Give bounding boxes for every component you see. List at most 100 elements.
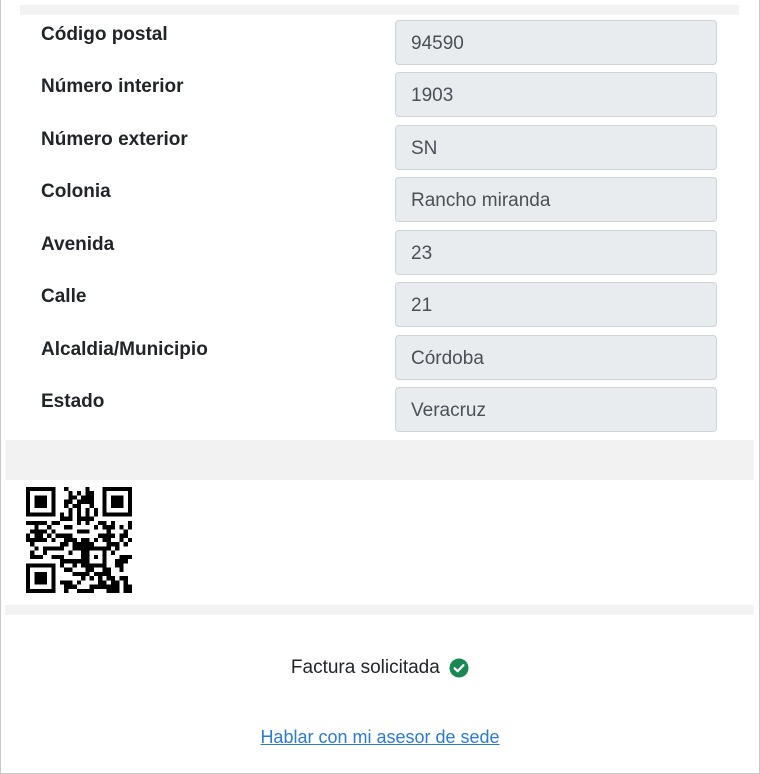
qr-module [85,563,90,568]
qr-module [30,487,35,492]
check-circle-icon [449,658,469,678]
qr-module [72,537,77,543]
qr-module [47,546,52,551]
qr-module [119,533,124,538]
qr-module [89,576,94,581]
qr-module [76,503,82,509]
qr-module [93,546,99,551]
qr-module [81,537,86,543]
qr-module [81,495,86,500]
qr-module [93,512,99,517]
qr-module [106,546,111,551]
qr-module [30,537,35,543]
qr-module [34,525,39,530]
qr-module [89,503,94,509]
qr-module [110,525,116,530]
qr-module [34,487,39,492]
qr-module [72,546,77,551]
qr-module [38,529,43,534]
qr-module [115,499,120,504]
qr-module [55,533,60,538]
qr-module [38,554,43,560]
qr-module [68,550,73,555]
qr-module [42,563,48,568]
estado-field[interactable]: Veracruz [395,387,717,432]
qr-module [115,542,120,547]
top-strip [20,5,739,15]
qr-module [85,516,90,521]
municipio-field[interactable]: Córdoba [395,335,717,380]
qr-code-image [26,487,132,593]
qr-module [59,563,65,568]
qr-module [38,512,43,517]
qr-module [64,499,69,504]
section-divider-band [5,440,754,480]
qr-module [38,533,43,538]
qr-module [26,491,31,496]
avenida-field[interactable]: 23 [395,230,717,275]
qr-module [51,520,56,526]
qr-module [38,503,43,509]
form-row-interior-number: Número interior 1903 [0,72,760,120]
qr-module [115,546,120,551]
qr-module [68,567,73,572]
qr-module [106,533,111,538]
qr-module [59,516,65,521]
interior-number-field[interactable]: 1903 [395,72,717,117]
qr-module [89,546,94,551]
qr-module [123,588,128,593]
qr-module [42,576,48,581]
qr-module [85,537,90,543]
qr-module [127,588,132,593]
qr-module [115,495,120,500]
qr-module [123,580,128,585]
qr-module [89,495,94,500]
calle-field[interactable]: 21 [395,282,717,327]
qr-module [47,487,52,492]
qr-module [127,520,132,526]
qr-module [81,499,86,504]
qr-module [64,503,69,509]
postal-code-field[interactable]: 94590 [395,20,717,65]
qr-module [72,503,77,509]
qr-module [72,495,77,500]
colonia-field[interactable]: Rancho miranda [395,177,717,222]
qr-module [34,512,39,517]
qr-module [34,520,39,526]
qr-module [47,563,52,568]
qr-module [26,533,31,538]
qr-module [102,495,107,500]
qr-module [68,525,73,530]
form-row-estado: Estado Veracruz [0,387,760,435]
exterior-number-field[interactable]: SN [395,125,717,170]
qr-module [115,512,120,517]
qr-module [89,584,94,589]
qr-module [30,588,35,593]
qr-module [81,542,86,547]
qr-module [30,542,35,547]
qr-module [26,576,31,581]
qr-module [123,512,128,517]
qr-module [93,571,99,577]
talk-to-advisor-link[interactable]: Hablar con mi asesor de sede [260,727,499,747]
qr-module [106,512,111,517]
qr-module [102,546,107,551]
qr-module [93,554,99,560]
qr-module [59,533,65,538]
qr-module [34,571,39,577]
qr-module [106,542,111,547]
qr-module [127,499,132,504]
qr-module [38,563,43,568]
qr-module [38,576,43,581]
interior-number-label: Número interior [41,76,184,97]
qr-module [110,576,116,581]
qr-module [34,576,39,581]
qr-module [26,567,31,572]
qr-module [26,537,31,543]
qr-module [64,516,69,521]
qr-module [106,567,111,572]
qr-module [42,588,48,593]
qr-module [76,546,82,551]
qr-module [34,580,39,585]
colonia-label: Colonia [41,181,111,202]
